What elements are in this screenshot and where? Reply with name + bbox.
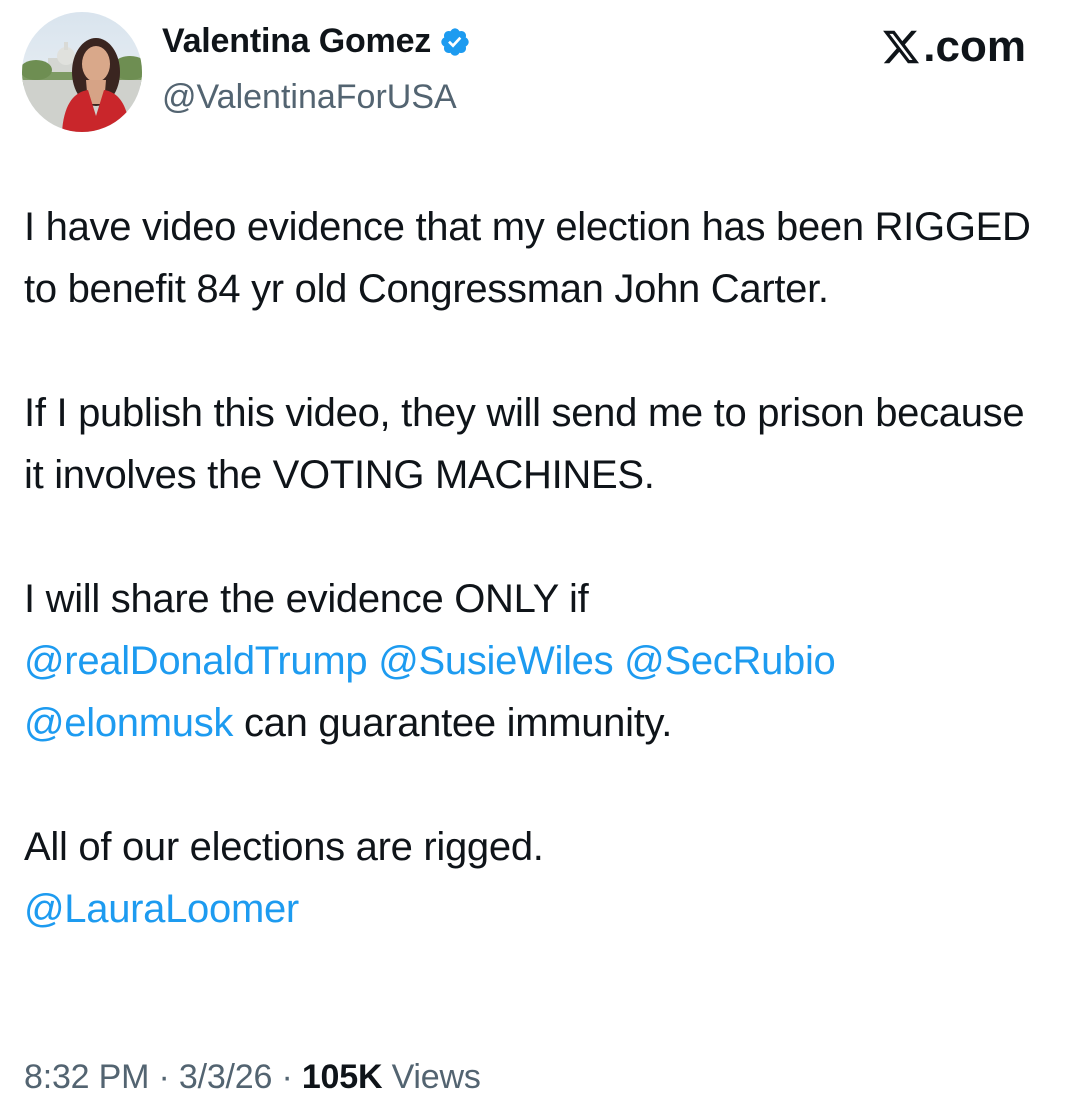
avatar-image	[22, 12, 142, 132]
avatar[interactable]	[22, 12, 142, 132]
verified-badge-icon	[439, 26, 471, 58]
tweet-paragraph-1: I have video evidence that my election h…	[24, 205, 1031, 311]
tweet-body: I have video evidence that my election h…	[24, 196, 1034, 940]
views-label: Views	[391, 1058, 481, 1096]
mention-link[interactable]: @elonmusk	[24, 701, 233, 745]
author-handle[interactable]: @ValentinaForUSA	[162, 78, 457, 117]
tweet-time[interactable]: 8:32 PM	[24, 1058, 149, 1096]
x-logo-icon	[881, 27, 921, 67]
tweet-paragraph-3-tail: can guarantee immunity.	[243, 701, 673, 745]
tweet-paragraph-3-lead: I will share the evidence ONLY if	[24, 577, 589, 621]
mention-link[interactable]: @realDonaldTrump	[24, 639, 368, 683]
mention-link[interactable]: @SusieWiles	[378, 639, 613, 683]
meta-separator: ·	[158, 1058, 170, 1096]
meta-separator: ·	[281, 1058, 293, 1096]
brand-label: .com	[923, 22, 1026, 71]
tweet-date[interactable]: 3/3/26	[179, 1058, 273, 1096]
mention-link[interactable]: @SecRubio	[624, 639, 836, 683]
author-display-name[interactable]: Valentina Gomez	[162, 22, 431, 61]
tweet-paragraph-4-text: All of our elections are rigged.	[24, 825, 544, 869]
tweet-card: Valentina Gomez @ValentinaForUSA .com I …	[0, 0, 1080, 1120]
tweet-paragraph-3: I will share the evidence ONLY if @realDo…	[24, 568, 1034, 754]
mention-link[interactable]: @LauraLoomer	[24, 887, 299, 931]
views-count: 105K	[301, 1058, 383, 1096]
tweet-paragraph-4: All of our elections are rigged. @LauraLo…	[24, 816, 1034, 940]
author-name-row: Valentina Gomez	[162, 22, 471, 61]
tweet-meta: 8:32 PM · 3/3/26 · 105K Views	[24, 1058, 481, 1097]
tweet-paragraph-2: If I publish this video, they will send …	[24, 391, 1025, 497]
brand-mark: .com	[881, 22, 1026, 72]
